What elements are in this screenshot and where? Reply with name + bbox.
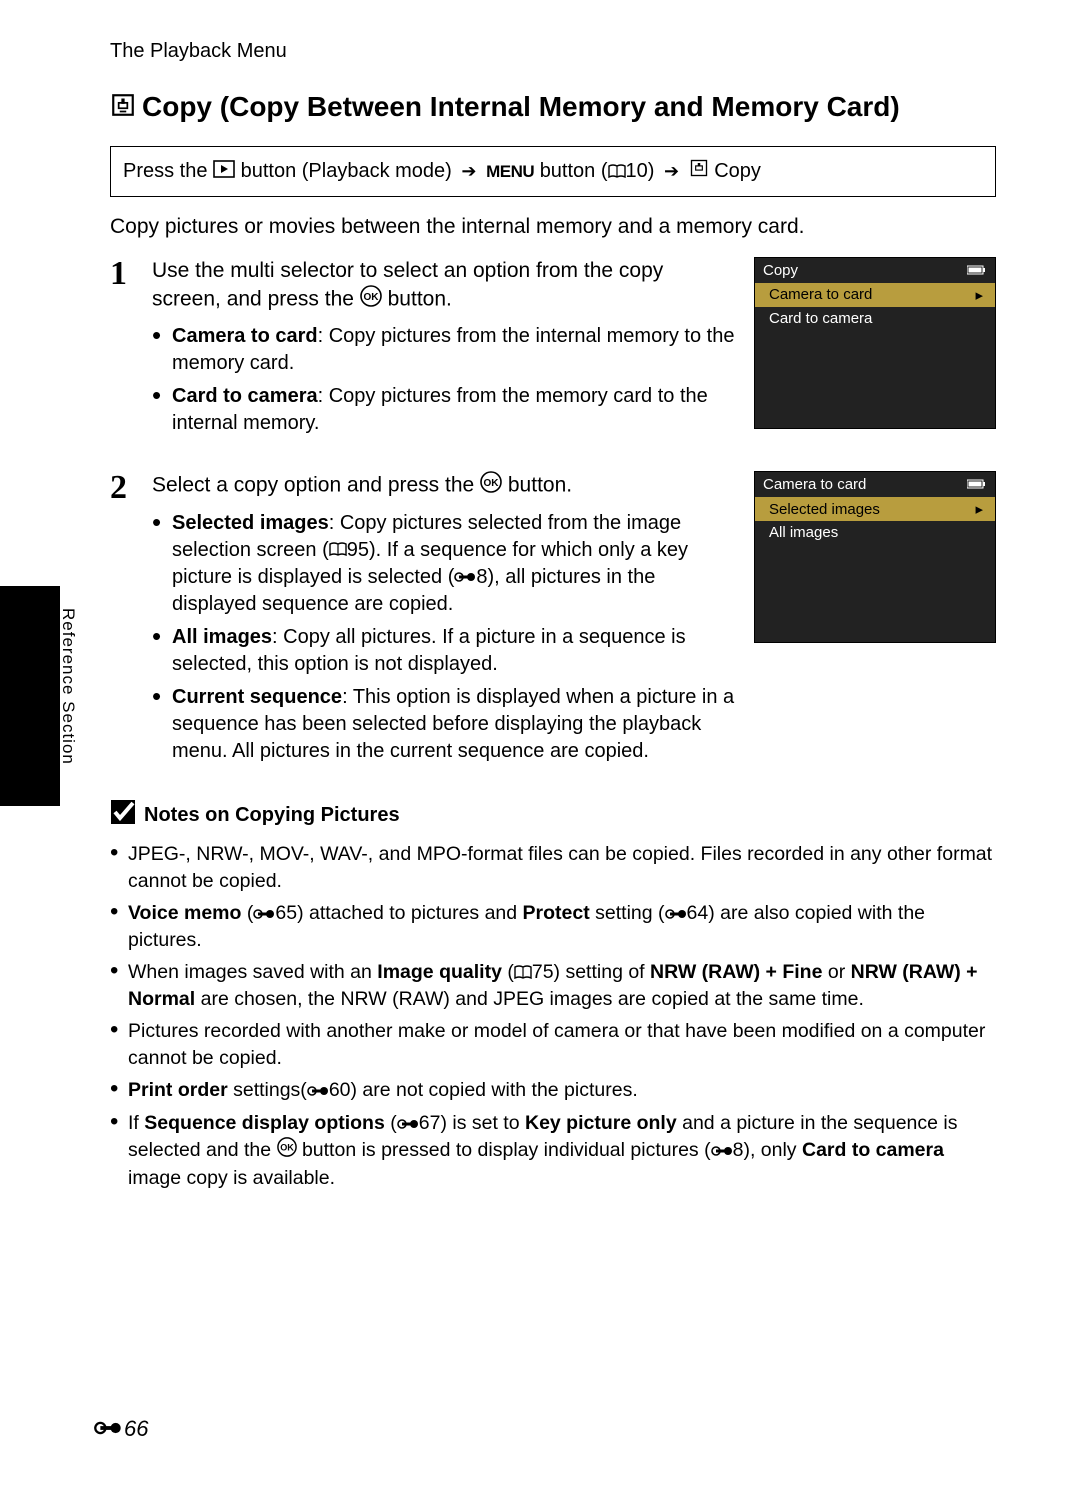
step-number-2: 2 <box>110 471 138 771</box>
page-title: Copy (Copy Between Internal Memory and M… <box>110 89 996 126</box>
spine-text: Reference Section <box>58 608 78 765</box>
ref-link-icon <box>454 564 476 591</box>
camera-screen-camera-to-card: Camera to card Selected images▸ All imag… <box>754 471 996 643</box>
step1-heading: Use the multi selector to select an opti… <box>152 257 736 316</box>
ref-link-icon <box>94 1416 122 1442</box>
playback-icon <box>213 158 235 186</box>
notes-heading: Notes on Copying Pictures <box>110 799 996 831</box>
copy-small-icon <box>689 158 709 186</box>
book-ref-icon <box>514 960 532 986</box>
title-text: Copy (Copy Between Internal Memory and M… <box>142 91 900 122</box>
ok-button-icon: OK <box>480 471 502 501</box>
step2-options: Selected images: Copy pictures selected … <box>152 510 736 765</box>
spine-black-bar <box>0 586 60 806</box>
ref-link-icon <box>397 1111 419 1137</box>
arrow-icon: ➔ <box>461 161 476 181</box>
battery-icon <box>967 476 987 493</box>
intro-text: Copy pictures or movies between the inte… <box>110 215 996 239</box>
ref-link-icon <box>307 1078 329 1104</box>
svg-text:OK: OK <box>484 478 500 489</box>
book-ref-icon <box>608 158 626 186</box>
step-number-1: 1 <box>110 257 138 444</box>
copy-icon <box>110 91 136 126</box>
svg-text:OK: OK <box>363 292 379 303</box>
notes-list: JPEG-, NRW-, MOV-, WAV-, and MPO-format … <box>110 841 996 1191</box>
page-number: 66 <box>94 1416 148 1442</box>
book-ref-icon <box>329 537 347 564</box>
chevron-right-icon: ▸ <box>975 286 983 304</box>
ok-button-icon: OK <box>360 285 382 315</box>
note-item: Pictures recorded with another make or m… <box>110 1018 996 1071</box>
running-header: The Playback Menu <box>110 40 996 63</box>
step2-heading: Select a copy option and press the OK bu… <box>152 471 736 501</box>
note-item: If Sequence display options (67) is set … <box>110 1110 996 1191</box>
chevron-right-icon: ▸ <box>975 500 983 518</box>
ref-link-icon <box>253 901 275 927</box>
navigation-path-box: Press the button (Playback mode) ➔ MENU … <box>110 146 996 197</box>
note-item: Voice memo (65) attached to pictures and… <box>110 900 996 953</box>
ref-link-icon <box>665 901 687 927</box>
arrow-icon: ➔ <box>664 161 679 181</box>
check-box-icon <box>110 799 136 831</box>
ok-button-icon: OK <box>277 1137 297 1164</box>
ref-link-icon <box>711 1138 733 1164</box>
step1-options: Camera to card: Copy pictures from the i… <box>152 323 736 437</box>
note-item: Print order settings(60) are not copied … <box>110 1077 996 1104</box>
svg-text:OK: OK <box>280 1143 294 1153</box>
battery-icon <box>967 262 987 279</box>
note-item: When images saved with an Image quality … <box>110 959 996 1012</box>
note-item: JPEG-, NRW-, MOV-, WAV-, and MPO-format … <box>110 841 996 894</box>
camera-screen-copy: Copy Camera to card▸ Card to camera <box>754 257 996 429</box>
